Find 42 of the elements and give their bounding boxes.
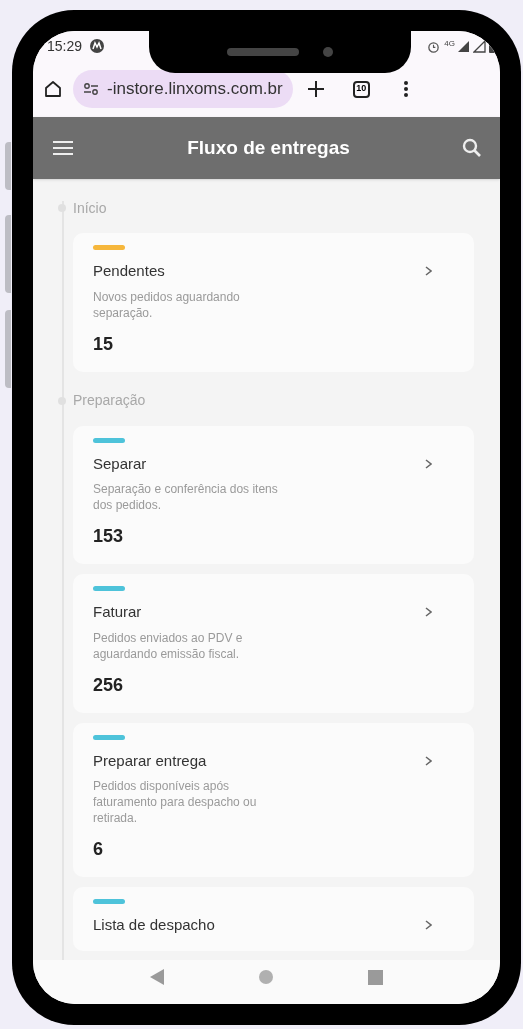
signal-icon bbox=[457, 39, 470, 53]
chevron-right-icon bbox=[425, 755, 432, 766]
signal-icon bbox=[473, 39, 486, 53]
card-count: 15 bbox=[93, 332, 115, 356]
section-title: Preparação bbox=[73, 391, 146, 410]
card-count: 6 bbox=[93, 838, 104, 861]
home-icon[interactable] bbox=[43, 79, 63, 99]
search-icon[interactable] bbox=[462, 138, 482, 158]
step-card[interactable]: Pendentes Novos pedidos aguardando separação. 15 bbox=[73, 233, 474, 372]
card-description: Pedidos enviados ao PDV e aguardando emissão fiscal. bbox=[93, 629, 244, 662]
card-count: 153 bbox=[93, 525, 125, 548]
status-time: 15:29 bbox=[47, 36, 83, 56]
network-type: 4G bbox=[444, 38, 455, 50]
back-icon[interactable] bbox=[150, 969, 165, 985]
recents-icon[interactable] bbox=[367, 969, 383, 985]
card-title: Pendentes bbox=[93, 261, 165, 281]
card-description: Pedidos disponíveis após faturamento para despacho ou retirada. bbox=[93, 778, 258, 826]
more-icon[interactable] bbox=[403, 80, 408, 98]
card-count: 256 bbox=[93, 673, 125, 697]
card-title: Lista de despacho bbox=[93, 915, 215, 935]
alarm-icon bbox=[427, 39, 441, 53]
chevron-right-icon bbox=[425, 920, 432, 931]
chevron-right-icon bbox=[425, 607, 432, 618]
app-title: Fluxo de entregas bbox=[187, 135, 350, 160]
step-card[interactable]: Separar Separação e conferência dos itens dos pedidos. 153 bbox=[73, 425, 474, 564]
step-card[interactable]: Faturar Pedidos enviados ao PDV e aguardando emissão fiscal. 256 bbox=[73, 574, 474, 713]
card-title: Faturar bbox=[93, 602, 142, 622]
chevron-right-icon bbox=[425, 266, 432, 277]
url-field[interactable]: -instore.linxoms.com.br bbox=[73, 70, 293, 108]
card-description: Separação e conferência dos itens dos pedidos. bbox=[93, 481, 278, 513]
step-card[interactable]: Lista de despacho bbox=[73, 887, 474, 951]
site-settings-icon[interactable] bbox=[83, 82, 99, 96]
chevron-right-icon bbox=[425, 458, 432, 469]
card-description: Novos pedidos aguardando separação. bbox=[93, 288, 241, 321]
menu-icon[interactable] bbox=[51, 139, 75, 157]
new-tab-icon[interactable] bbox=[306, 80, 325, 98]
section-title: Início bbox=[73, 198, 107, 218]
motorola-icon bbox=[90, 39, 105, 53]
card-title: Preparar entrega bbox=[93, 750, 207, 771]
step-card[interactable]: Preparar entrega Pedidos disponíveis após faturamento para despacho ou retirada. 6 bbox=[73, 722, 474, 877]
card-title: Separar bbox=[93, 453, 147, 474]
tab-count-button[interactable]: 10 bbox=[352, 80, 370, 98]
